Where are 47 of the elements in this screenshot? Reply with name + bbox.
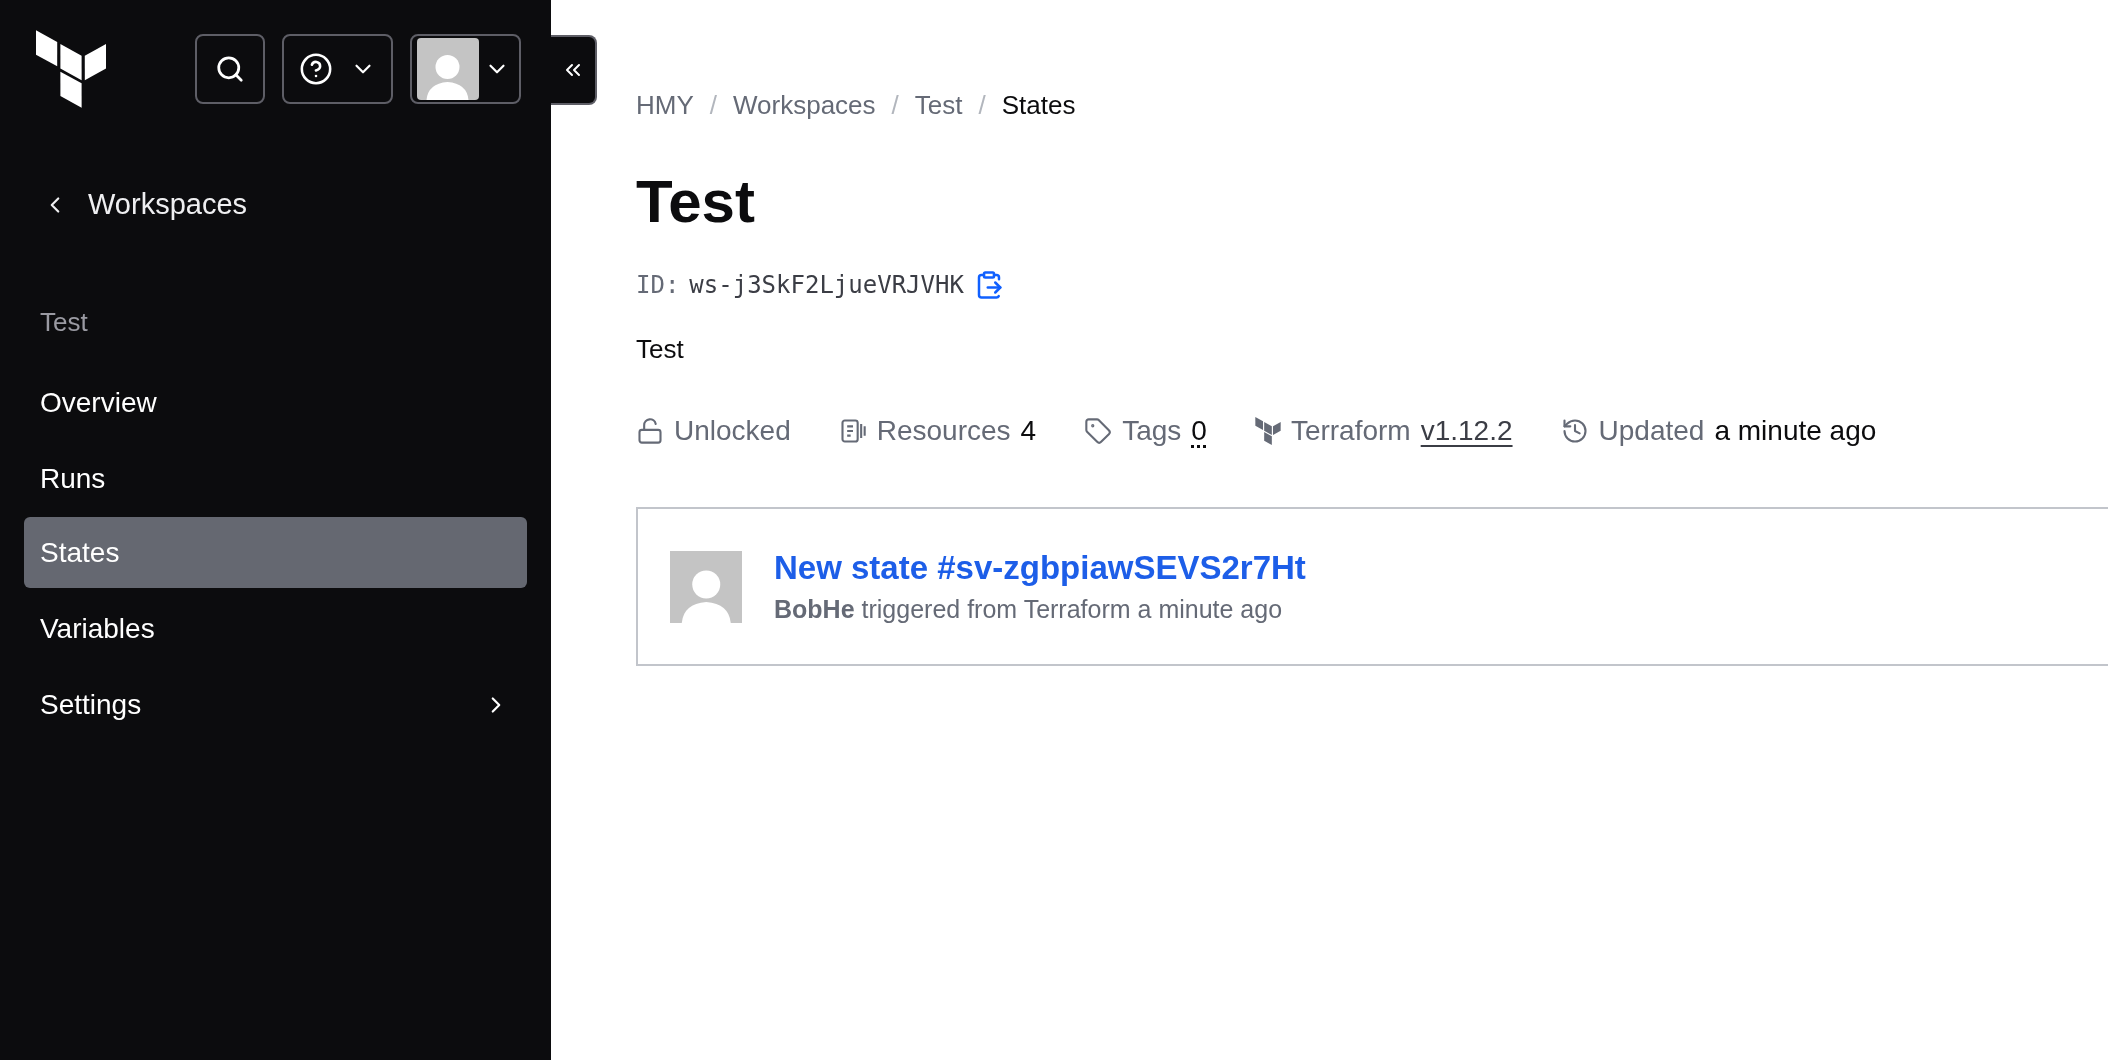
meta-value[interactable]: 0 bbox=[1191, 415, 1207, 447]
meta-value[interactable]: v1.12.2 bbox=[1420, 415, 1513, 447]
breadcrumb-link[interactable]: Workspaces bbox=[733, 90, 876, 121]
terraform-logo-icon bbox=[1254, 417, 1281, 445]
breadcrumb-separator: / bbox=[978, 90, 986, 121]
meta-label: Terraform bbox=[1290, 415, 1411, 447]
meta-value: a minute ago bbox=[1714, 415, 1877, 447]
person-silhouette-icon bbox=[425, 52, 471, 100]
breadcrumb-separator: / bbox=[891, 90, 899, 121]
sidebar-item-label: Variables bbox=[40, 612, 155, 645]
document-stack-icon bbox=[838, 417, 867, 445]
id-label: ID: bbox=[636, 271, 680, 299]
sidebar-item[interactable]: Settings bbox=[24, 669, 527, 740]
sidebar-item-label: States bbox=[40, 536, 120, 569]
search-button[interactable] bbox=[195, 34, 265, 104]
meta-label: Unlocked bbox=[674, 415, 791, 447]
sidebar-item-label: Settings bbox=[40, 688, 142, 721]
section-label: Test bbox=[40, 307, 89, 338]
sidebar-item[interactable]: States bbox=[24, 517, 527, 588]
history-clock-icon bbox=[1560, 417, 1589, 445]
meta-label: Updated bbox=[1598, 415, 1705, 447]
breadcrumb-link[interactable]: States bbox=[1001, 90, 1076, 121]
breadcrumb-link[interactable]: Test bbox=[914, 90, 963, 121]
meta-label: Tags bbox=[1122, 415, 1182, 447]
sidebar-item[interactable]: Variables bbox=[24, 593, 527, 664]
help-menu-button[interactable] bbox=[282, 34, 393, 104]
state-link[interactable]: New state #sv-zgbpiawSEVS2r7Ht bbox=[774, 549, 1306, 587]
user-menu-button[interactable] bbox=[410, 34, 521, 104]
breadcrumb-link[interactable]: HMY bbox=[636, 90, 694, 121]
meta-value: 4 bbox=[1020, 415, 1037, 447]
collapse-sidebar-button[interactable] bbox=[551, 35, 597, 105]
sidebar-item[interactable]: Overview bbox=[24, 367, 527, 438]
sidebar-item[interactable]: Runs bbox=[24, 443, 527, 514]
tag-icon bbox=[1084, 417, 1113, 445]
state-subtitle: BobHe triggered from Terraform a minute ago bbox=[774, 595, 1284, 624]
breadcrumb-separator: / bbox=[709, 90, 717, 121]
terraform-logo[interactable] bbox=[36, 30, 106, 108]
workspace-description: Test bbox=[636, 334, 685, 365]
back-link[interactable]: Workspaces bbox=[42, 188, 527, 221]
sidebar-item-label: Runs bbox=[40, 462, 106, 495]
page-title: Test bbox=[636, 167, 756, 236]
help-icon bbox=[298, 52, 333, 86]
workspace-id: ws-j3SkF2LjueVRJVHK bbox=[689, 271, 964, 299]
sidebar-item-label: Overview bbox=[40, 386, 157, 419]
meta-label: Resources bbox=[876, 415, 1011, 447]
search-icon bbox=[215, 54, 245, 84]
unlocked-padlock-icon bbox=[636, 417, 664, 445]
